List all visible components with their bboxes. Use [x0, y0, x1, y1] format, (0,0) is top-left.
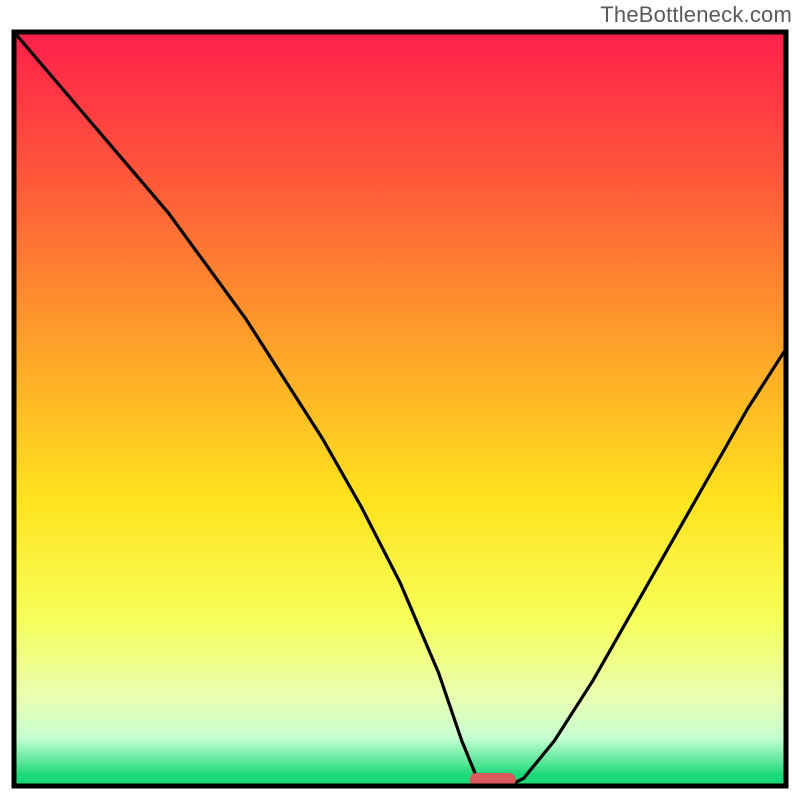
- chart-container: TheBottleneck.com: [0, 0, 800, 800]
- plot-area: [10, 28, 790, 790]
- chart-svg: [10, 28, 790, 790]
- gradient-background: [14, 32, 786, 786]
- watermark-text: TheBottleneck.com: [600, 2, 792, 28]
